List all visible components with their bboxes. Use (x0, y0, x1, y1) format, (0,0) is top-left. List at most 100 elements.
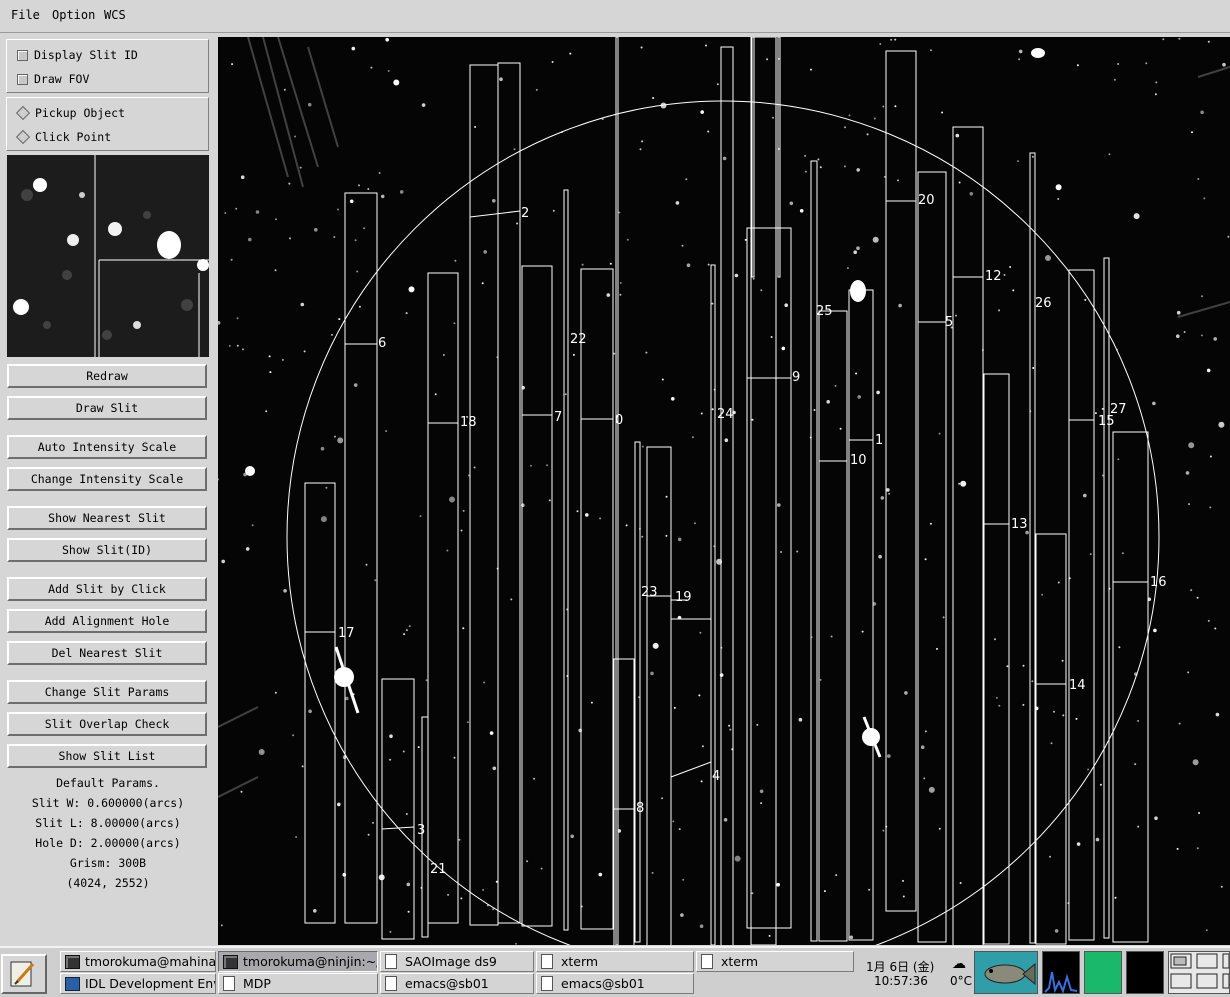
slit-id-label: 5 (945, 315, 953, 330)
taskbar-task[interactable]: IDL Development Envi (60, 973, 216, 994)
add-slit-by-click-button[interactable]: Add Slit by Click (7, 577, 207, 601)
image-canvas[interactable]: 2 6 22 18 7 0 24 9 25 10 1 20 12 26 5 27 15 13 16 17 23 19 14 4… (218, 37, 1230, 945)
slit-id-label: 17 (338, 626, 355, 641)
slit-id-label: 24 (717, 407, 734, 422)
clock: 1月 6日 (金) 10:57:36 ☁ 0°C (862, 950, 972, 994)
slit-id-label: 16 (1150, 575, 1167, 590)
workspace-pager[interactable] (1168, 951, 1230, 994)
document-icon (385, 954, 397, 969)
taskbar-task-label: xterm (721, 954, 759, 969)
show-slit-id-button[interactable]: Show Slit(ID) (7, 538, 207, 562)
slit-id-label: 13 (1011, 517, 1028, 532)
slit-id-label: 0 (615, 413, 623, 428)
checkbox-icon (17, 73, 28, 85)
control-panel: Display Slit ID Draw FOV Pickup Object C… (0, 33, 218, 945)
checkbox-icon (17, 49, 28, 61)
radio-diamond-icon (15, 105, 31, 121)
draw-fov-checkbox[interactable]: Draw FOV (17, 72, 89, 86)
taskbar-task[interactable]: xterm (536, 951, 694, 972)
document-icon (385, 976, 397, 991)
load-monitor[interactable] (1126, 951, 1164, 994)
terminal-icon (223, 955, 238, 969)
slit-id-label: 8 (636, 801, 644, 816)
display-slit-id-checkbox[interactable]: Display Slit ID (17, 48, 138, 62)
slit-id-label: 19 (675, 590, 692, 605)
slit-id-label: 7 (554, 410, 562, 425)
del-nearest-slit-button[interactable]: Del Nearest Slit (7, 641, 207, 665)
taskbar-task[interactable]: emacs@sb01 (380, 973, 534, 994)
taskbar: tmorokuma@mahina:~ tmorokuma@ninjin:~/S SA… (0, 946, 1230, 997)
zoom-thumbnail (7, 155, 209, 357)
radio-diamond-icon (15, 129, 31, 145)
slit-id-label: 4 (712, 769, 720, 784)
slit-id-label: 2 (521, 206, 529, 221)
display-options-group: Display Slit ID Draw FOV (6, 39, 209, 93)
taskbar-task[interactable]: SAOImage ds9 (380, 951, 534, 972)
taskbar-task-label: emacs@sb01 (561, 976, 645, 991)
show-nearest-slit-button[interactable]: Show Nearest Slit (7, 506, 207, 530)
change-intensity-scale-button[interactable]: Change Intensity Scale (7, 467, 207, 491)
taskbar-task-label: xterm (561, 954, 599, 969)
add-alignment-hole-button[interactable]: Add Alignment Hole (7, 609, 207, 633)
slit-id-label: 12 (985, 269, 1002, 284)
menu-wcs[interactable]: WCS (104, 8, 126, 22)
thumbnail-image (7, 155, 209, 357)
slit-id-label: 3 (417, 823, 425, 838)
grism-readout: Grism: 300B (69, 856, 147, 870)
slit-id-label: 23 (641, 585, 658, 600)
document-icon (541, 954, 553, 969)
change-slit-params-button[interactable]: Change Slit Params (7, 680, 207, 704)
click-point-label: Click Point (35, 130, 112, 144)
slit-id-label: 10 (850, 453, 867, 468)
menu-option[interactable]: Option (52, 8, 95, 22)
cpu-monitor[interactable] (1042, 951, 1080, 994)
taskbar-task[interactable]: tmorokuma@ninjin:~/S (218, 951, 378, 972)
slit-id-label: 21 (430, 862, 447, 877)
taskbar-task-label: emacs@sb01 (405, 976, 489, 991)
pickup-object-radio[interactable]: Pickup Object (15, 105, 126, 121)
taskbar-task-label: tmorokuma@mahina:~ (85, 954, 216, 969)
taskbar-task[interactable]: MDP (218, 973, 378, 994)
slit-width-readout: Slit W: 0.600000(arcs) (31, 796, 185, 810)
slit-id-label: 22 (570, 332, 587, 347)
slit-id-label: 20 (918, 193, 935, 208)
draw-slit-button[interactable]: Draw Slit (7, 396, 207, 420)
cursor-coords-readout: (4024, 2552) (66, 876, 150, 890)
taskbar-task-label: IDL Development Envi (85, 976, 216, 991)
show-slit-list-button[interactable]: Show Slit List (7, 744, 207, 768)
menu-bar: File Option WCS (0, 0, 1230, 33)
document-icon (223, 976, 235, 991)
params-heading: Default Params. (56, 776, 160, 790)
taskbar-task-label: tmorokuma@ninjin:~/S (243, 954, 378, 969)
fish-icon (984, 962, 1036, 986)
mode-options-group: Pickup Object Click Point (6, 97, 209, 151)
draw-fov-label: Draw FOV (34, 72, 90, 86)
click-point-radio[interactable]: Click Point (15, 129, 112, 145)
display-slit-id-label: Display Slit ID (34, 48, 138, 62)
weather-cloud-icon: ☁ (952, 956, 966, 972)
terminal-icon (65, 955, 80, 969)
start-menu-button[interactable] (1, 954, 47, 994)
slit-id-label: 6 (378, 336, 386, 351)
slit-overlay[interactable]: 26 2218 7 0 249251012012265271513161723 19144… (218, 37, 1230, 945)
cpu-graph-icon (1044, 971, 1078, 994)
taskbar-task[interactable]: tmorokuma@mahina:~ (60, 951, 216, 972)
redraw-button[interactable]: Redraw (7, 364, 207, 388)
slit-id-label: 26 (1035, 296, 1052, 311)
slit-id-label: 15 (1098, 414, 1115, 429)
fish-applet[interactable] (974, 951, 1038, 994)
slit-id-label: 14 (1069, 678, 1086, 693)
auto-intensity-scale-button[interactable]: Auto Intensity Scale (7, 435, 207, 459)
slit-id-label: 9 (792, 370, 800, 385)
time-label: 10:57:36 (874, 974, 928, 988)
slit-id-label: 18 (460, 415, 477, 430)
idl-icon (65, 977, 80, 991)
memory-monitor[interactable] (1084, 951, 1122, 994)
pickup-object-label: Pickup Object (35, 106, 126, 120)
taskbar-task[interactable]: xterm (696, 951, 854, 972)
menu-file[interactable]: File (11, 8, 40, 22)
slit-overlap-check-button[interactable]: Slit Overlap Check (7, 712, 207, 736)
slit-length-readout: Slit L: 8.00000(arcs) (35, 816, 181, 830)
hole-diameter-readout: Hole D: 2.00000(arcs) (35, 836, 181, 850)
taskbar-task[interactable]: emacs@sb01 (536, 973, 694, 994)
